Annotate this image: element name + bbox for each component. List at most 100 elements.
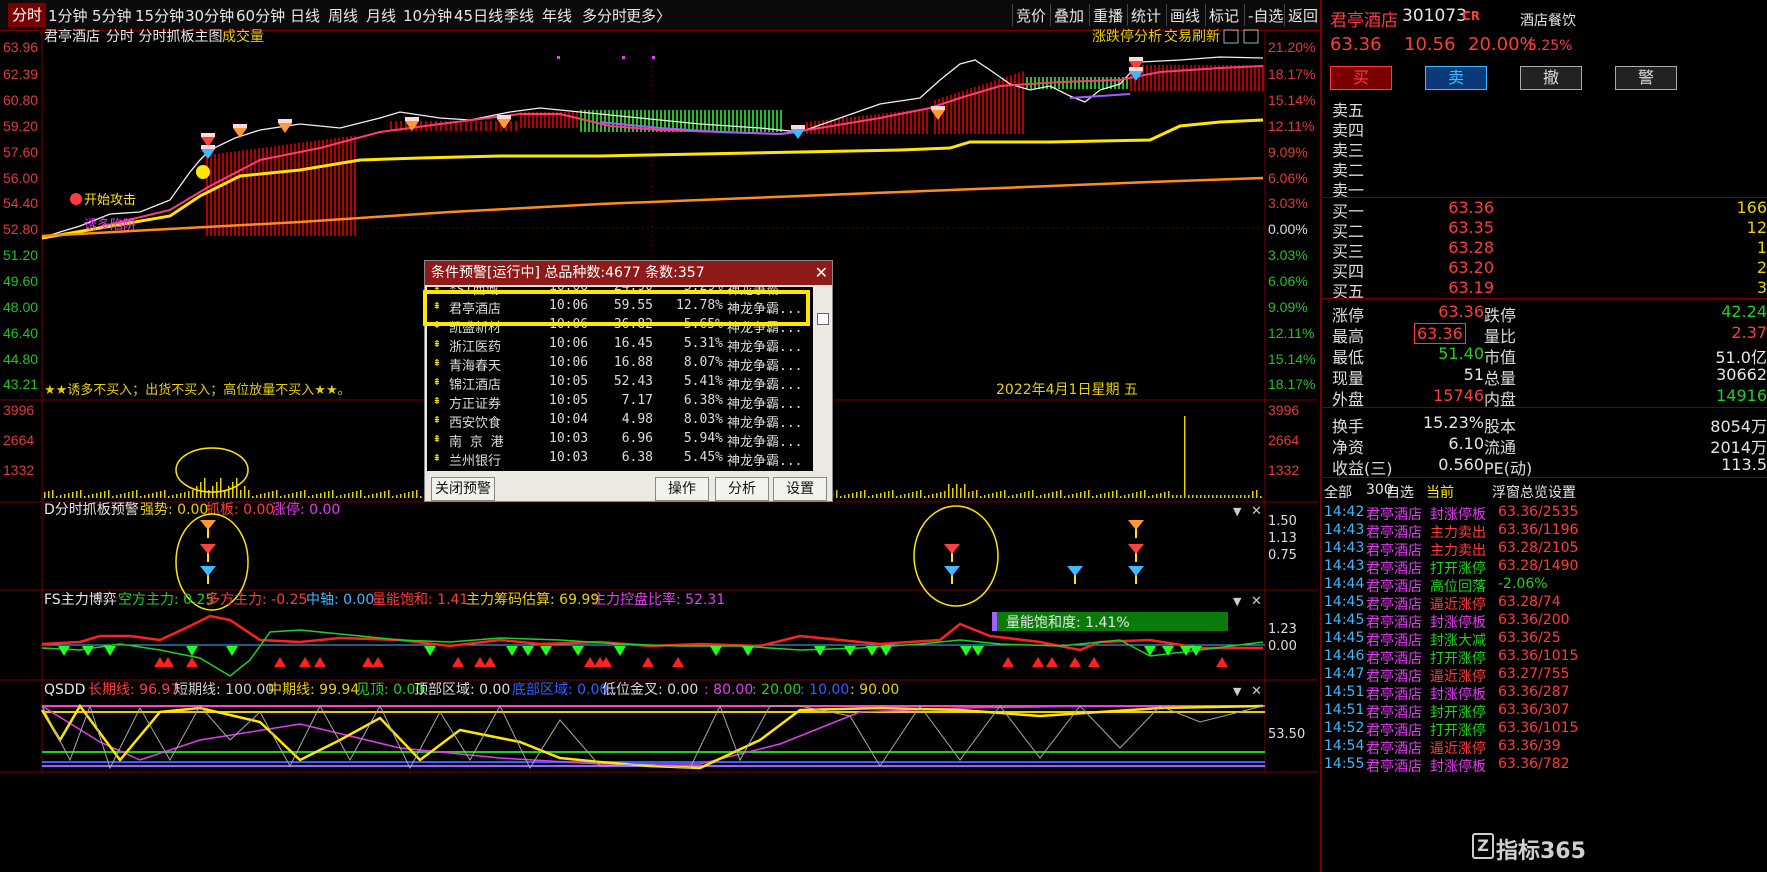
- alert-stock-name: 浙江医药: [449, 340, 502, 355]
- trade-value: 63.36/39: [1498, 738, 1561, 754]
- alert-list[interactable]: ⇞*ST西域10:0624.905.29%神龙争霸...⇞君亭酒店10:0659…: [427, 287, 813, 471]
- smile-icon: [196, 165, 210, 179]
- panel-d-item-0: 强势: 0.00: [140, 502, 208, 518]
- analyze-button[interactable]: 分析: [715, 477, 769, 501]
- price-tick-label: 54.40: [3, 195, 38, 211]
- saturation-marker: [992, 612, 997, 631]
- dialog-close-icon[interactable]: ✕: [815, 261, 828, 285]
- alert-row[interactable]: ⇞ 君亭酒店 10:06 59.55 12.78% 神龙争霸...: [427, 297, 813, 317]
- trade-tab-right-1[interactable]: 总览: [1520, 482, 1548, 502]
- price-tick-label: 60.80: [3, 92, 38, 108]
- alert-row[interactable]: ⇞ 凯盛新材 10:06 36.82 5.65% 神龙争霸...: [427, 316, 813, 336]
- trade-event-row[interactable]: 14:45 君亭酒店 封涨停板 63.36/200: [1322, 612, 1767, 632]
- trade-event-row[interactable]: 14:51 君亭酒店 封涨停板 63.36/287: [1322, 684, 1767, 704]
- alert-price: 16.45: [613, 336, 653, 351]
- sector-name[interactable]: 酒店餐饮: [1520, 10, 1576, 30]
- alert-row[interactable]: ⇞ 方正证券 10:05 7.17 6.38% 神龙争霸...: [427, 392, 813, 412]
- action-button-3[interactable]: 警: [1615, 66, 1677, 90]
- trade-event-row[interactable]: 14:52 君亭酒店 打开涨停 63.36/1015: [1322, 720, 1767, 740]
- trade-stock: 君亭酒店: [1366, 723, 1422, 739]
- panel-d-menu-icon[interactable]: ▼: [1233, 505, 1242, 518]
- alert-pin-icon: [200, 566, 216, 584]
- panel-q-item-7: : 80.00: [704, 682, 753, 698]
- alert-row[interactable]: ⇞ 西安饮食 10:04 4.98 8.03% 神龙争霸...: [427, 411, 813, 431]
- condition-alert-dialog[interactable]: 条件预警[运行中] 总品种数:4677 条数:357 ✕ ⇞*ST西域10:06…: [424, 260, 833, 502]
- action-button-1[interactable]: 卖: [1425, 66, 1487, 90]
- alert-pct: 12.78%: [676, 298, 723, 313]
- stat-row: 净资 6.10 流通 2014万: [1332, 434, 1767, 457]
- close-alert-button[interactable]: 关闭预警: [431, 477, 495, 501]
- buy-triangle-icon: [452, 657, 464, 667]
- trade-event-row[interactable]: 14:45 君亭酒店 逼近涨停 63.28/74: [1322, 594, 1767, 614]
- panel-d-close-icon[interactable]: ✕: [1251, 504, 1262, 519]
- price-tick-label: 48.00: [3, 299, 38, 315]
- sell-triangle-icon: [82, 646, 94, 656]
- alert-pin-icon: [1128, 566, 1144, 584]
- trade-tab-2[interactable]: 自选: [1386, 482, 1414, 502]
- warning-text: ★★诱多不买入；出货不买入；高位放量不买入★★。: [44, 382, 351, 398]
- trade-event-row[interactable]: 14:44 君亭酒店 高位回落 -2.06%: [1322, 576, 1767, 596]
- trade-event: 封涨停板: [1430, 615, 1486, 631]
- chart-expand-icon[interactable]: [1243, 29, 1259, 44]
- trade-event-row[interactable]: 14:47 君亭酒店 逼近涨停 63.27/755: [1322, 666, 1767, 686]
- trade-event-row[interactable]: 14:54 君亭酒店 逼近涨停 63.36/39: [1322, 738, 1767, 758]
- alert-row[interactable]: ⇞*ST西域10:0624.905.29%神龙争霸...: [427, 287, 813, 298]
- trade-value: 63.36/1015: [1498, 720, 1579, 736]
- trade-value: 63.27/755: [1498, 666, 1570, 682]
- cr-badge: CR: [1462, 9, 1481, 23]
- lure-label: 诱多陷阱: [84, 217, 136, 233]
- alert-row[interactable]: ⇞ 青海春天 10:06 16.88 8.07% 神龙争霸...: [427, 354, 813, 374]
- trade-event-row[interactable]: 14:42 君亭酒店 封涨停板 63.36/2535: [1322, 504, 1767, 524]
- trade-event-row[interactable]: 14:45 君亭酒店 封涨大减 63.36/25: [1322, 630, 1767, 650]
- alert-time: 10:06: [549, 298, 589, 313]
- alert-row[interactable]: ⇞ 浙江医药 10:06 16.45 5.31% 神龙争霸...: [427, 335, 813, 355]
- trade-stock: 君亭酒店: [1366, 507, 1422, 523]
- sell-triangle-icon: [104, 646, 116, 656]
- dialog-title-bar[interactable]: 条件预警[运行中] 总品种数:4677 条数:357 ✕: [425, 261, 832, 285]
- trade-tab-right-2[interactable]: 设置: [1548, 482, 1576, 502]
- operate-button[interactable]: 操作: [655, 477, 709, 501]
- trade-time: 14:45: [1324, 612, 1365, 628]
- alert-pct: 6.38%: [683, 393, 723, 408]
- panel-fs-item-0: 空方主力: 0.25: [118, 592, 214, 608]
- alert-price: 24.90: [599, 287, 653, 294]
- trade-tab-right-0[interactable]: 浮窗: [1492, 482, 1520, 502]
- alert-row[interactable]: ⇞ 南 京 港 10:03 6.96 5.94% 神龙争霸...: [427, 430, 813, 450]
- volume-tick-right: 1332: [1268, 462, 1299, 478]
- panel-q-item-4: 顶部区域: 0.00: [414, 682, 510, 698]
- trade-event-row[interactable]: 14:43 君亭酒店 主力卖出 63.36/1196: [1322, 522, 1767, 542]
- stat-row: 现量 51 总量 30662: [1332, 365, 1767, 388]
- limit-analysis-link[interactable]: 涨跌停分析: [1092, 28, 1162, 45]
- trade-time: 14:43: [1324, 540, 1365, 556]
- action-button-0[interactable]: 买: [1330, 66, 1392, 90]
- bid-price: 63.20: [1448, 258, 1494, 277]
- chart-stock-title: 君亭酒店: [44, 28, 100, 45]
- sell-triangle-icon: [522, 646, 534, 656]
- trade-event-row[interactable]: 14:55 君亭酒店 封涨停板 63.36/782: [1322, 756, 1767, 776]
- trade-refresh-link[interactable]: 交易刷新: [1164, 28, 1220, 45]
- alert-row[interactable]: ⇞ 锦江酒店 10:05 52.43 5.41% 神龙争霸...: [427, 373, 813, 393]
- alert-price: 6.38: [621, 450, 653, 465]
- trade-stock: 君亭酒店: [1366, 669, 1422, 685]
- trade-event-row[interactable]: 14:51 君亭酒店 封开涨停 63.36/307: [1322, 702, 1767, 722]
- trade-event-row[interactable]: 14:43 君亭酒店 打开涨停 63.28/1490: [1322, 558, 1767, 578]
- action-button-2[interactable]: 撤: [1520, 66, 1582, 90]
- attack-label: 开始攻击: [84, 193, 136, 208]
- panel-fs-close-icon[interactable]: ✕: [1251, 594, 1262, 609]
- panel-q-close-icon[interactable]: ✕: [1251, 684, 1262, 699]
- list-top-edge: [427, 287, 813, 288]
- sell-triangle-icon: [506, 646, 518, 656]
- trade-tab-0[interactable]: 全部: [1324, 482, 1352, 502]
- dialog-checkbox[interactable]: [817, 313, 829, 325]
- trade-event-row[interactable]: 14:46 君亭酒店 打开涨停 63.36/1015: [1322, 648, 1767, 668]
- settings-button[interactable]: 设置: [773, 477, 827, 501]
- trade-event-row[interactable]: 14:43 君亭酒店 主力卖出 63.28/2105: [1322, 540, 1767, 560]
- chart-settings-icon[interactable]: [1223, 29, 1239, 44]
- stat-row: 外盘 15746 内盘 14916: [1332, 386, 1767, 409]
- trade-value: 63.36/287: [1498, 684, 1570, 700]
- trade-tab-3[interactable]: 当前: [1426, 482, 1454, 502]
- alert-row[interactable]: ⇞ 兰州银行 10:03 6.38 5.45% 神龙争霸...: [427, 449, 813, 469]
- panel-q-menu-icon[interactable]: ▼: [1233, 685, 1242, 698]
- buy-triangle-icon: [584, 657, 596, 667]
- panel-fs-menu-icon[interactable]: ▼: [1233, 595, 1242, 608]
